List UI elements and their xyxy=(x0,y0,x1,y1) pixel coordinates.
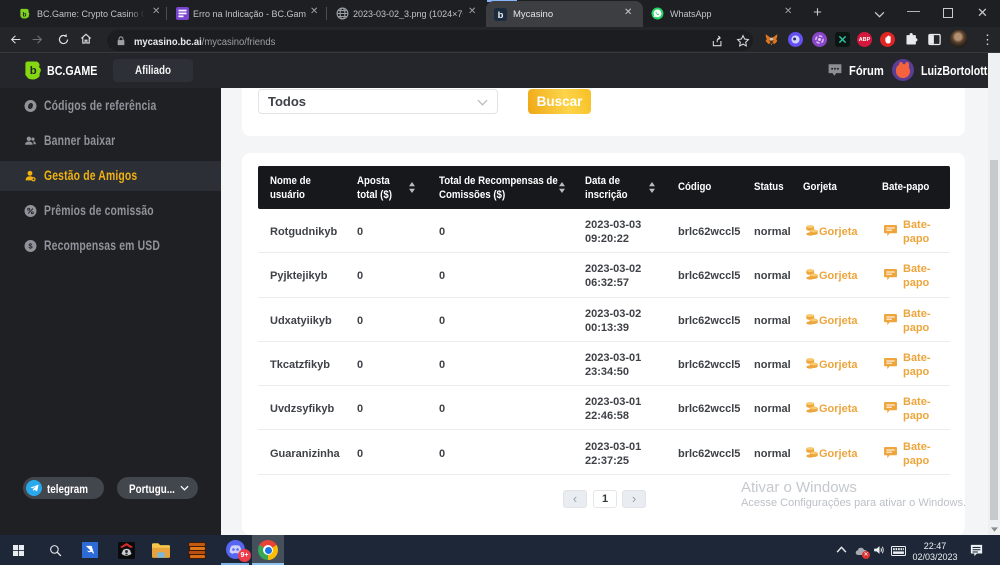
svg-text:b: b xyxy=(30,65,37,77)
svg-text:$: $ xyxy=(28,241,33,250)
svg-text:b: b xyxy=(498,10,504,21)
svg-text:b: b xyxy=(23,11,27,18)
